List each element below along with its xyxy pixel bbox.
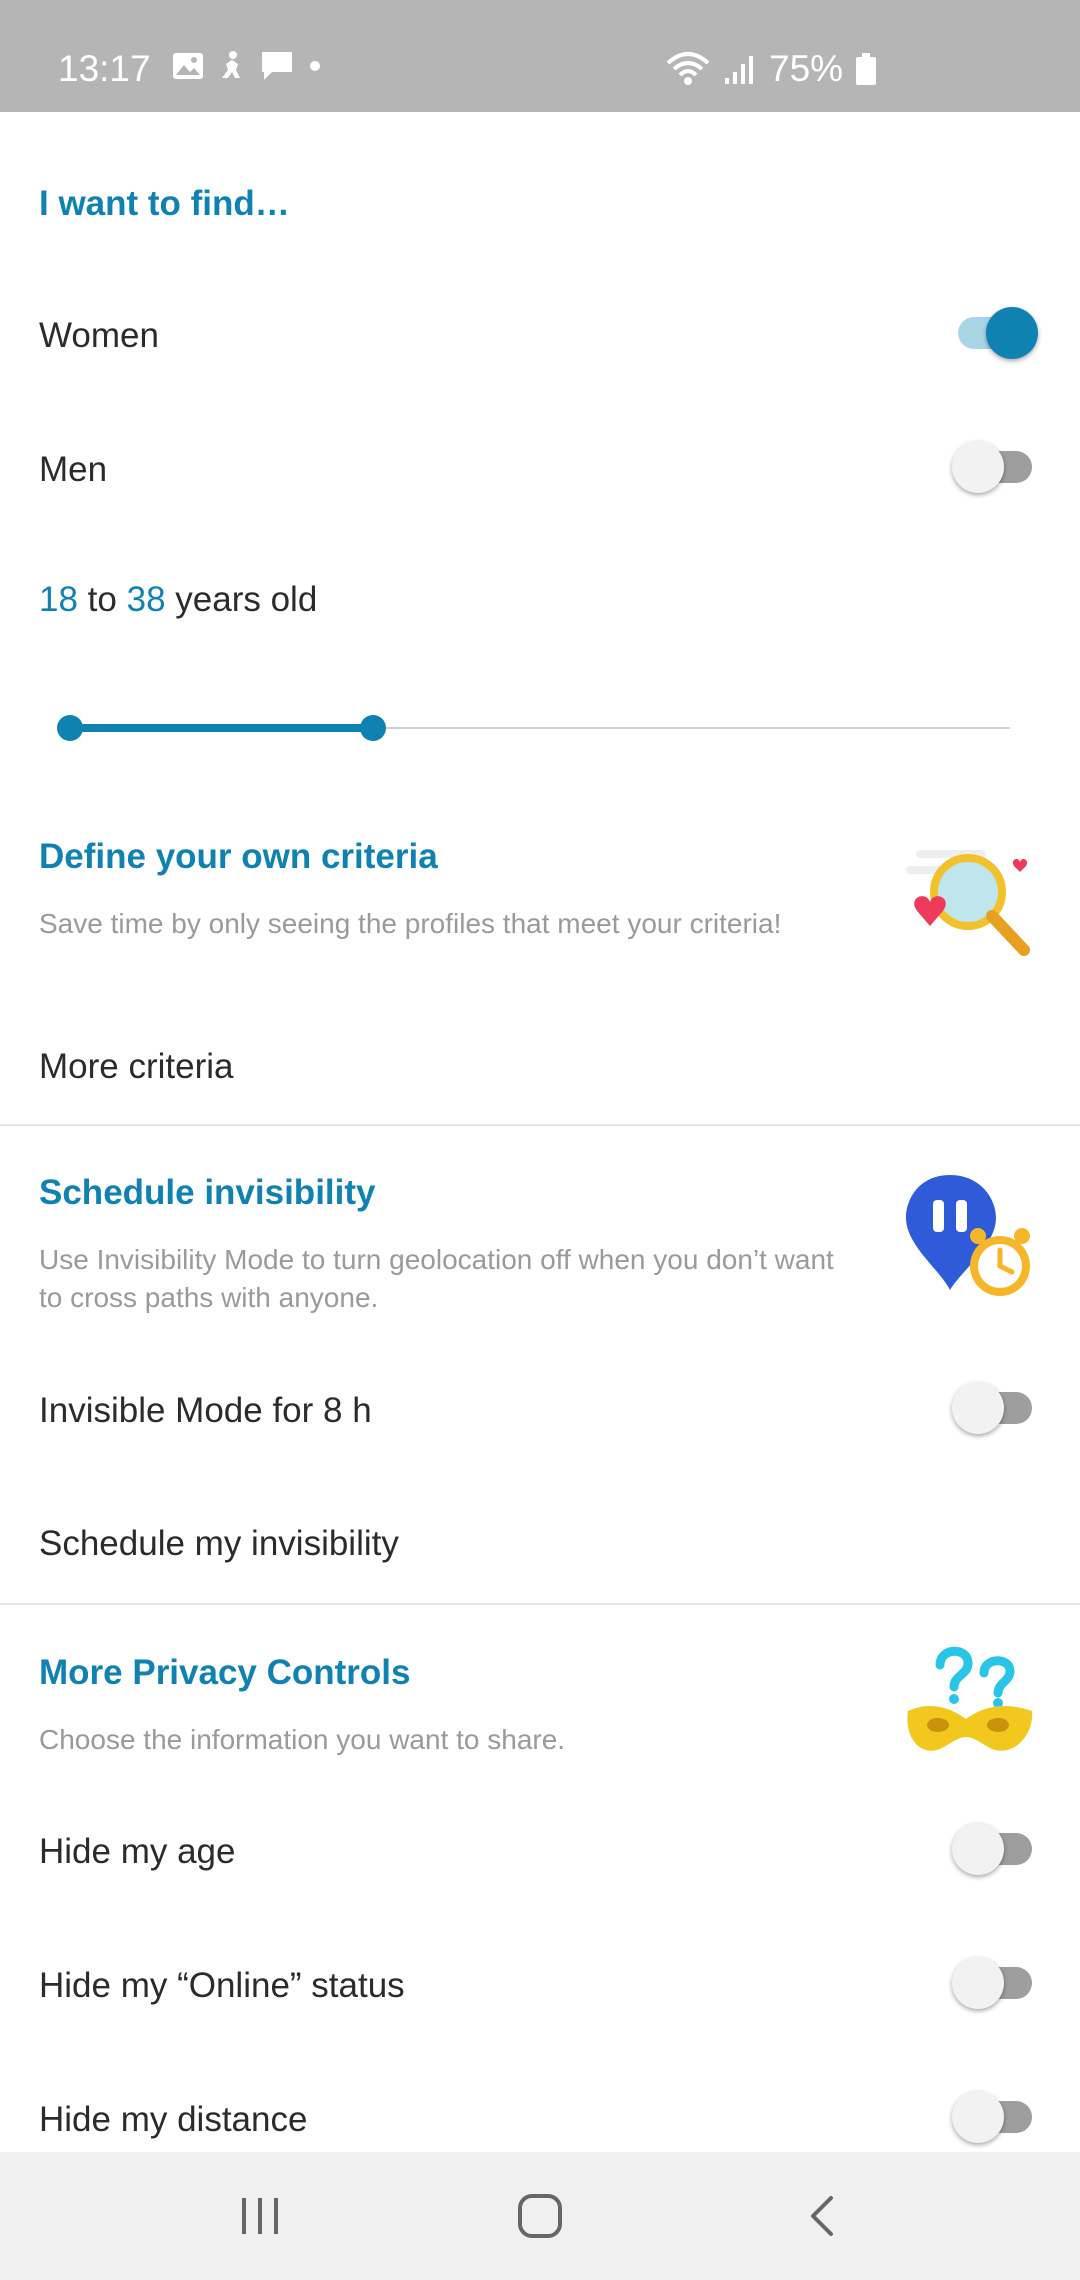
invisible-mode-label: Invisible Mode for 8 h <box>39 1391 372 1430</box>
wifi-icon <box>665 51 711 87</box>
system-icons: 75% <box>665 48 877 90</box>
signal-icon <box>723 52 757 86</box>
divider <box>0 1124 1080 1126</box>
status-time: 13:17 <box>58 48 151 89</box>
age-suffix: years old <box>175 580 318 619</box>
home-icon[interactable] <box>510 2188 570 2244</box>
activity-icon <box>218 50 246 82</box>
status-bar: 13:17 75% <box>0 0 1080 112</box>
privacy-title: More Privacy Controls <box>39 1653 411 1692</box>
hide-age-toggle[interactable] <box>952 1821 1038 1877</box>
invisibility-title: Schedule invisibility <box>39 1173 376 1212</box>
schedule-invisibility-link[interactable]: Schedule my invisibility <box>39 1524 399 1564</box>
notification-icons <box>172 50 322 82</box>
criteria-title: Define your own criteria <box>39 837 438 876</box>
dot-icon <box>308 59 322 73</box>
privacy-description: Choose the information you want to share… <box>39 1724 566 1755</box>
hide-online-status-label: Hide my “Online” status <box>39 1966 405 2005</box>
age-range-text: 18 to 38 years old <box>39 580 317 620</box>
pause-pin-alarm-icon <box>900 1170 1040 1315</box>
mask-question-icon <box>900 1645 1040 1780</box>
men-label: Men <box>39 450 108 489</box>
criteria-description: Save time by only seeing the profiles th… <box>39 908 782 939</box>
battery-percent: 75% <box>769 48 844 89</box>
men-toggle[interactable] <box>952 439 1038 495</box>
hide-age-label: Hide my age <box>39 1832 236 1871</box>
divider <box>0 1603 1080 1605</box>
slider-thumb-max[interactable] <box>360 715 387 741</box>
magnifier-hearts-icon <box>896 840 1036 965</box>
recent-apps-icon[interactable] <box>230 2188 290 2244</box>
age-max: 38 <box>126 580 166 619</box>
navigation-bar <box>0 2152 1080 2280</box>
invisible-mode-toggle[interactable] <box>952 1380 1038 1436</box>
message-icon <box>260 50 294 82</box>
age-min: 18 <box>39 580 78 619</box>
women-label: Women <box>39 316 159 355</box>
age-to: to <box>87 580 117 619</box>
more-criteria-link[interactable]: More criteria <box>39 1047 233 1087</box>
slider-thumb-min[interactable] <box>57 715 83 741</box>
find-heading: I want to find… <box>39 184 290 223</box>
hide-distance-toggle[interactable] <box>952 2089 1038 2145</box>
invisibility-description: Use Invisibility Mode to turn geolocatio… <box>39 1244 834 1313</box>
age-range-slider[interactable] <box>56 706 1012 750</box>
hide-distance-label: Hide my distance <box>39 2100 308 2139</box>
battery-icon <box>855 52 877 86</box>
back-icon[interactable] <box>792 2188 852 2244</box>
image-icon <box>172 52 204 80</box>
women-toggle[interactable] <box>952 305 1038 361</box>
hide-online-status-toggle[interactable] <box>952 1955 1038 2011</box>
slider-fill <box>70 724 374 732</box>
